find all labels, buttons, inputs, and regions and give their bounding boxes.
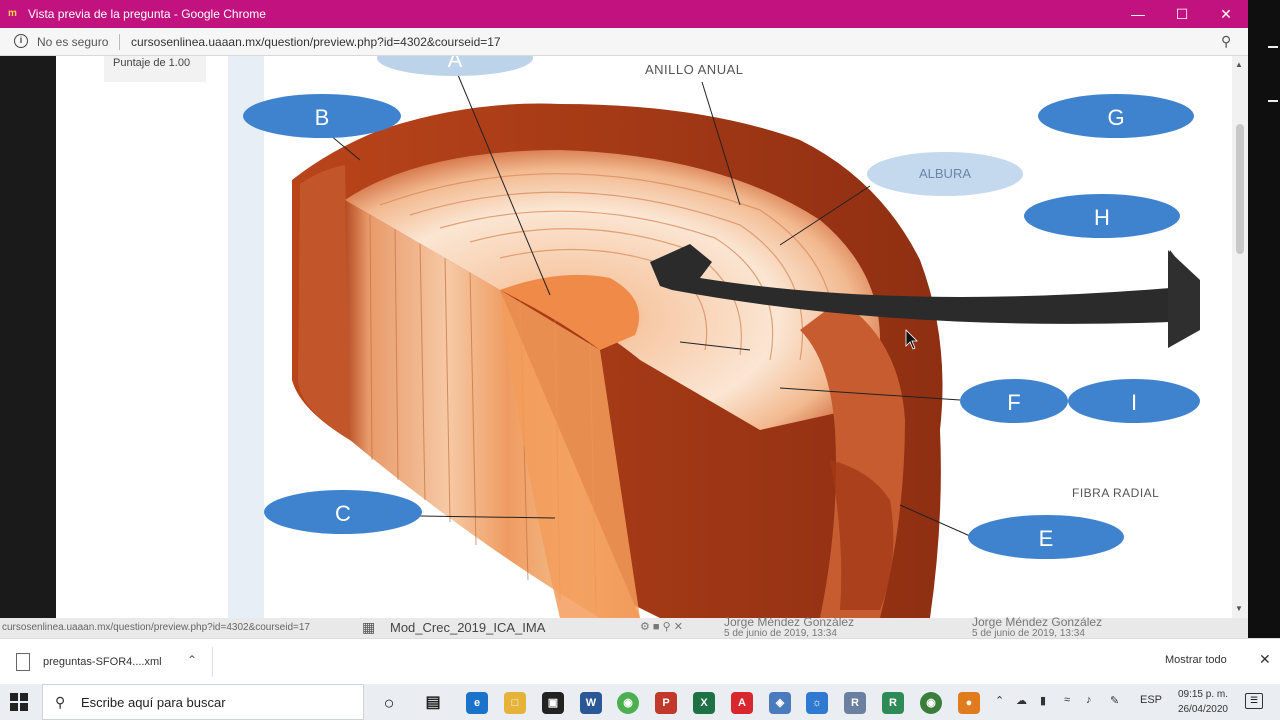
scroll-down-icon[interactable]: ▼ <box>1235 604 1243 613</box>
excel-icon[interactable]: X <box>693 692 715 714</box>
fibra-radial-label: FIBRA RADIAL <box>1072 486 1159 500</box>
label-h-text: H <box>1094 205 1110 230</box>
site-favicon-icon: m <box>8 8 17 19</box>
info-icon[interactable]: i <box>14 34 28 48</box>
taskbar-search[interactable]: ⚲ Escribe aquí para buscar <box>42 684 364 720</box>
system-clock[interactable]: 09:15 p. m. 26/04/2020 <box>1172 687 1228 717</box>
download-separator <box>212 647 213 677</box>
tray-battery-icon[interactable]: ▮ <box>1040 694 1046 707</box>
r-icon[interactable]: R <box>844 692 866 714</box>
acrobat-icon[interactable]: A <box>731 692 753 714</box>
label-b-text: B <box>315 105 330 130</box>
close-download-bar-icon[interactable]: ✕ <box>1259 651 1271 668</box>
diagram-label-a[interactable]: A <box>377 56 533 76</box>
label-i-text: I <box>1131 390 1137 415</box>
page-scrollbar[interactable]: ▲ ▼ <box>1232 56 1248 618</box>
question-page: Puntaje de 1.00 A B C G ALBURA H F I E A… <box>56 56 1232 618</box>
diagram-label-albura[interactable]: ALBURA <box>867 152 1023 196</box>
chrome-icon[interactable]: ◉ <box>617 692 639 714</box>
windows-taskbar: ⚲ Escribe aquí para buscar ○ ▤ e □ ▣ W ◉… <box>0 684 1280 720</box>
label-e-text: E <box>1039 526 1054 551</box>
tray-wifi-icon[interactable]: ≈ <box>1064 694 1070 706</box>
chevron-up-icon[interactable]: ⌃ <box>187 653 197 667</box>
label-g-text: G <box>1107 105 1124 130</box>
ray-arrow-head-icon <box>1168 250 1200 348</box>
diagram-label-f[interactable]: F <box>960 379 1068 423</box>
clock-date: 26/04/2020 <box>1177 704 1228 715</box>
network-tool-icon[interactable]: ◈ <box>769 692 791 714</box>
tray-arrow-icon[interactable]: ⌃ <box>995 694 1004 707</box>
zoom-icon[interactable]: ⚲ <box>1221 33 1231 50</box>
language-indicator[interactable]: ESP <box>1140 694 1162 706</box>
scroll-thumb[interactable] <box>1236 124 1244 254</box>
clock-time: 09:15 p. m. <box>1177 689 1228 700</box>
store-icon[interactable]: ▣ <box>542 692 564 714</box>
edge-mark <box>1268 100 1278 102</box>
window-titlebar: m Vista previa de la pregunta - Google C… <box>0 0 1248 28</box>
url-field[interactable]: cursosenlinea.uaaan.mx/question/preview.… <box>131 35 501 49</box>
cortana-icon[interactable]: ○ <box>378 692 400 714</box>
diagram-label-i[interactable]: I <box>1068 379 1200 423</box>
status-bar: cursosenlinea.uaaan.mx/question/preview.… <box>0 615 1248 639</box>
action-icons[interactable]: ⚙ ■ ⚲ ✕ <box>640 620 683 633</box>
desktop-edge <box>1248 0 1280 680</box>
address-bar: i No es seguro cursosenlinea.uaaan.mx/qu… <box>0 28 1248 56</box>
hover-link-url: cursosenlinea.uaaan.mx/question/preview.… <box>2 622 310 633</box>
search-icon: ⚲ <box>55 694 66 710</box>
notifications-icon[interactable]: ☰ <box>1245 693 1263 709</box>
tray-volume-icon[interactable]: ♪ <box>1086 694 1092 706</box>
tray-cloud-icon[interactable]: ☁ <box>1016 694 1027 707</box>
security-status[interactable]: No es seguro <box>37 35 108 49</box>
author-name: Jorge Méndez González <box>724 615 855 629</box>
rstudio-icon[interactable]: R <box>882 692 904 714</box>
task-view-icon[interactable]: ▤ <box>422 692 444 714</box>
anillo-anual-label: ANILLO ANUAL <box>645 62 744 77</box>
powerpoint-icon[interactable]: P <box>655 692 677 714</box>
app-icon[interactable]: ☼ <box>806 692 828 714</box>
show-all-button[interactable]: Mostrar todo <box>1165 654 1227 666</box>
label-a-text: A <box>448 56 463 72</box>
diagram-label-g[interactable]: G <box>1038 94 1194 138</box>
wood-trunk-diagram: A B C G ALBURA H F I E ANILLO ANUAL FIBR… <box>243 56 1200 618</box>
window-title: Vista previa de la pregunta - Google Chr… <box>28 7 266 21</box>
modifier-name: Jorge Méndez González <box>972 615 1103 629</box>
chrome-alt-icon[interactable]: ◉ <box>920 692 942 714</box>
label-c-text: C <box>335 501 351 526</box>
close-icon[interactable]: ✕ <box>1204 0 1248 28</box>
download-bar: preguntas-SFOR4....xml ⌃ Mostrar todo ✕ <box>0 638 1280 684</box>
word-icon[interactable]: W <box>580 692 602 714</box>
search-placeholder: Escribe aquí para buscar <box>81 695 226 710</box>
game-icon[interactable]: ● <box>958 692 980 714</box>
file-icon <box>16 653 30 671</box>
maximize-icon[interactable]: ☐ <box>1160 0 1204 28</box>
diagram-label-b[interactable]: B <box>243 94 401 138</box>
edge-mark <box>1268 46 1278 48</box>
address-separator <box>119 34 120 50</box>
minimize-icon[interactable]: — <box>1116 0 1160 28</box>
left-backdrop <box>0 56 56 618</box>
scroll-up-icon[interactable]: ▲ <box>1235 60 1243 69</box>
tray-pen-icon[interactable]: ✎ <box>1110 694 1119 707</box>
diagram-label-e[interactable]: E <box>968 515 1124 559</box>
diagram-label-c[interactable]: C <box>264 490 422 534</box>
windows-start-icon[interactable] <box>10 693 28 711</box>
front-cut-face <box>298 165 350 440</box>
label-albura-text: ALBURA <box>919 166 971 181</box>
grid-icon: ▦ <box>362 619 376 635</box>
course-name[interactable]: Mod_Crec_2019_ICA_IMA <box>390 620 545 635</box>
file-explorer-icon[interactable]: □ <box>504 692 526 714</box>
label-f-text: F <box>1007 390 1020 415</box>
diagram-label-h[interactable]: H <box>1024 194 1180 238</box>
download-file-name[interactable]: preguntas-SFOR4....xml <box>43 656 162 668</box>
edge-icon[interactable]: e <box>466 692 488 714</box>
